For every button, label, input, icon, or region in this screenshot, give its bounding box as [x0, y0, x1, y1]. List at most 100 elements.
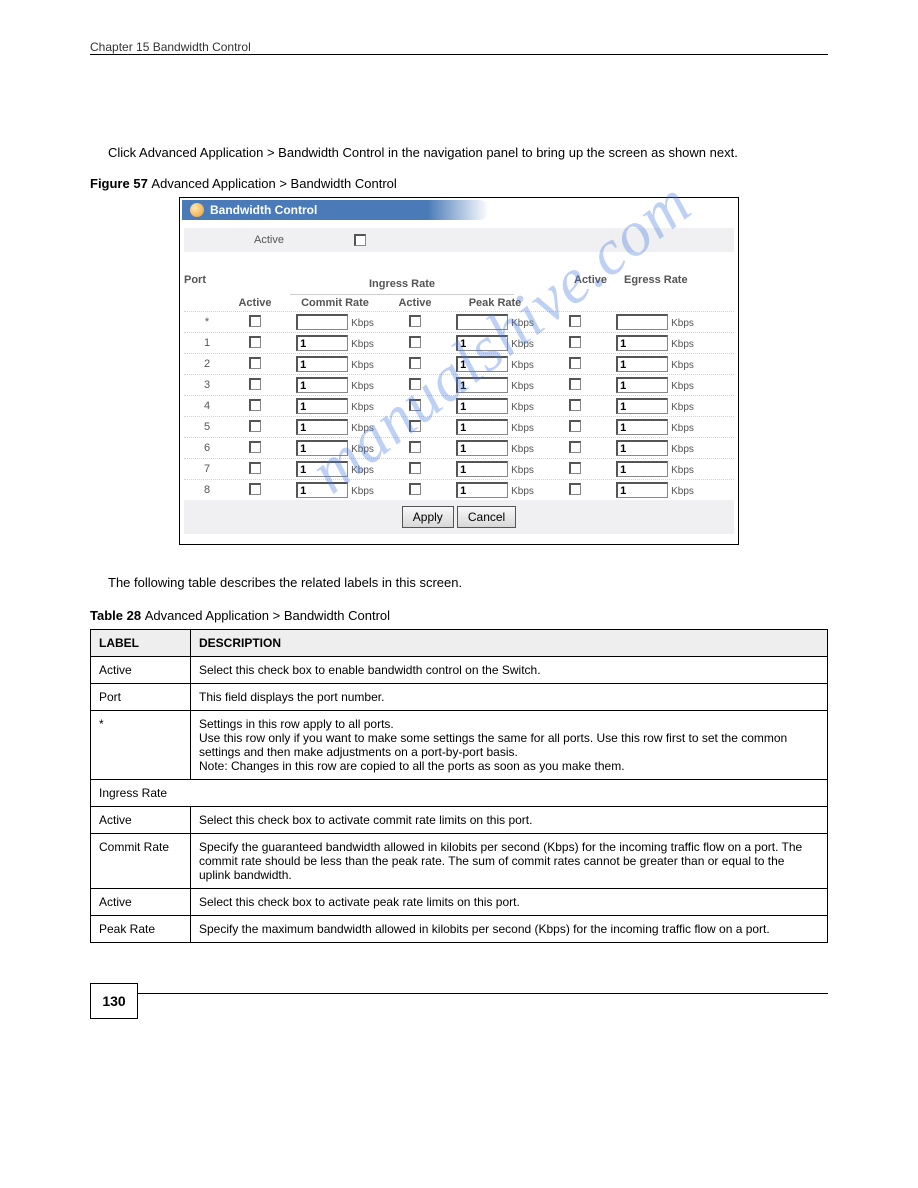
desc-cell: Specify the maximum bandwidth allowed in…: [191, 916, 828, 943]
commit-rate-input[interactable]: [296, 377, 348, 393]
peak-rate-input[interactable]: [456, 440, 508, 456]
commit-active-checkbox[interactable]: [249, 315, 261, 327]
commit-active-checkbox[interactable]: [249, 357, 261, 369]
commit-rate-input[interactable]: [296, 419, 348, 435]
peak-active-checkbox[interactable]: [409, 315, 421, 327]
port-cell: 4: [184, 400, 230, 412]
unit-label: Kbps: [671, 318, 694, 329]
peak-active-checkbox[interactable]: [409, 462, 421, 474]
egress-rate-input[interactable]: [616, 356, 668, 372]
button-row: Apply Cancel: [184, 500, 734, 534]
peak-rate-input[interactable]: [456, 398, 508, 414]
desc-cell: Select this check box to activate peak r…: [191, 889, 828, 916]
table-row: 1KbpsKbpsKbps: [184, 332, 734, 353]
commit-rate-input[interactable]: [296, 335, 348, 351]
egress-active-checkbox[interactable]: [569, 441, 581, 453]
commit-active-checkbox[interactable]: [249, 399, 261, 411]
table-row: *Settings in this row apply to all ports…: [91, 711, 828, 780]
peak-active-checkbox[interactable]: [409, 420, 421, 432]
peak-rate-input[interactable]: [456, 314, 508, 330]
peak-rate-input[interactable]: [456, 482, 508, 498]
apply-button[interactable]: Apply: [402, 506, 454, 528]
chapter-header: Chapter 15 Bandwidth Control: [90, 40, 828, 54]
table-caption-prefix: Table 28: [90, 608, 145, 623]
egress-rate-input[interactable]: [616, 335, 668, 351]
unit-label: Kbps: [351, 360, 374, 371]
peak-rate-input[interactable]: [456, 461, 508, 477]
description-table: LABEL DESCRIPTION ActiveSelect this chec…: [90, 629, 828, 943]
egress-active-checkbox[interactable]: [569, 462, 581, 474]
egress-active-checkbox[interactable]: [569, 378, 581, 390]
unit-label: Kbps: [511, 486, 534, 497]
peak-rate-input[interactable]: [456, 356, 508, 372]
peak-rate-input[interactable]: [456, 335, 508, 351]
port-cell: 8: [184, 484, 230, 496]
commit-rate-input[interactable]: [296, 398, 348, 414]
port-cell: 1: [184, 337, 230, 349]
peak-rate-input[interactable]: [456, 419, 508, 435]
egress-rate-input[interactable]: [616, 419, 668, 435]
label-cell: *: [91, 711, 191, 780]
port-cell: 2: [184, 358, 230, 370]
egress-rate-input[interactable]: [616, 377, 668, 393]
peak-active-checkbox[interactable]: [409, 399, 421, 411]
egress-rate-input[interactable]: [616, 461, 668, 477]
table-header-desc: DESCRIPTION: [191, 630, 828, 657]
global-active-checkbox[interactable]: [354, 234, 366, 246]
header-peak: Peak Rate: [440, 295, 550, 311]
commit-active-checkbox[interactable]: [249, 378, 261, 390]
commit-rate-input[interactable]: [296, 314, 348, 330]
commit-active-checkbox[interactable]: [249, 441, 261, 453]
commit-active-checkbox[interactable]: [249, 483, 261, 495]
commit-active-checkbox[interactable]: [249, 420, 261, 432]
egress-rate-input[interactable]: [616, 440, 668, 456]
peak-active-checkbox[interactable]: [409, 336, 421, 348]
egress-active-checkbox[interactable]: [569, 483, 581, 495]
cancel-button[interactable]: Cancel: [457, 506, 516, 528]
unit-label: Kbps: [351, 444, 374, 455]
port-cell: 6: [184, 442, 230, 454]
header-active-2: Active: [574, 274, 624, 295]
commit-rate-input[interactable]: [296, 482, 348, 498]
egress-rate-input[interactable]: [616, 398, 668, 414]
egress-rate-input[interactable]: [616, 482, 668, 498]
egress-active-checkbox[interactable]: [569, 336, 581, 348]
commit-rate-input[interactable]: [296, 440, 348, 456]
table-row: PortThis field displays the port number.: [91, 684, 828, 711]
table-row: ActiveSelect this check box to activate …: [91, 807, 828, 834]
desc-cell: This field displays the port number.: [191, 684, 828, 711]
unit-label: Kbps: [351, 381, 374, 392]
commit-rate-input[interactable]: [296, 356, 348, 372]
table-row: 4KbpsKbpsKbps: [184, 395, 734, 416]
section-label: Ingress Rate: [91, 780, 828, 807]
unit-label: Kbps: [671, 486, 694, 497]
peak-active-checkbox[interactable]: [409, 357, 421, 369]
peak-active-checkbox[interactable]: [409, 378, 421, 390]
desc-cell: Select this check box to activate commit…: [191, 807, 828, 834]
peak-rate-input[interactable]: [456, 377, 508, 393]
peak-active-checkbox[interactable]: [409, 483, 421, 495]
egress-active-checkbox[interactable]: [569, 399, 581, 411]
table-row: 6KbpsKbpsKbps: [184, 437, 734, 458]
unit-label: Kbps: [671, 423, 694, 434]
label-cell: Port: [91, 684, 191, 711]
commit-rate-input[interactable]: [296, 461, 348, 477]
header-commit: Commit Rate: [280, 295, 390, 311]
port-cell: 3: [184, 379, 230, 391]
table-row: 5KbpsKbpsKbps: [184, 416, 734, 437]
unit-label: Kbps: [511, 423, 534, 434]
header-active-peak: Active: [390, 295, 440, 311]
unit-label: Kbps: [351, 465, 374, 476]
table-row: Peak RateSpecify the maximum bandwidth a…: [91, 916, 828, 943]
peak-active-checkbox[interactable]: [409, 441, 421, 453]
egress-active-checkbox[interactable]: [569, 357, 581, 369]
egress-rate-input[interactable]: [616, 314, 668, 330]
figure-caption-prefix: Figure 57: [90, 176, 151, 191]
figure-caption-text: Advanced Application > Bandwidth Control: [151, 176, 396, 191]
header-active-ingress: Active: [230, 295, 280, 311]
commit-active-checkbox[interactable]: [249, 336, 261, 348]
egress-active-checkbox[interactable]: [569, 420, 581, 432]
egress-active-checkbox[interactable]: [569, 315, 581, 327]
header-port: Port: [184, 274, 230, 295]
commit-active-checkbox[interactable]: [249, 462, 261, 474]
